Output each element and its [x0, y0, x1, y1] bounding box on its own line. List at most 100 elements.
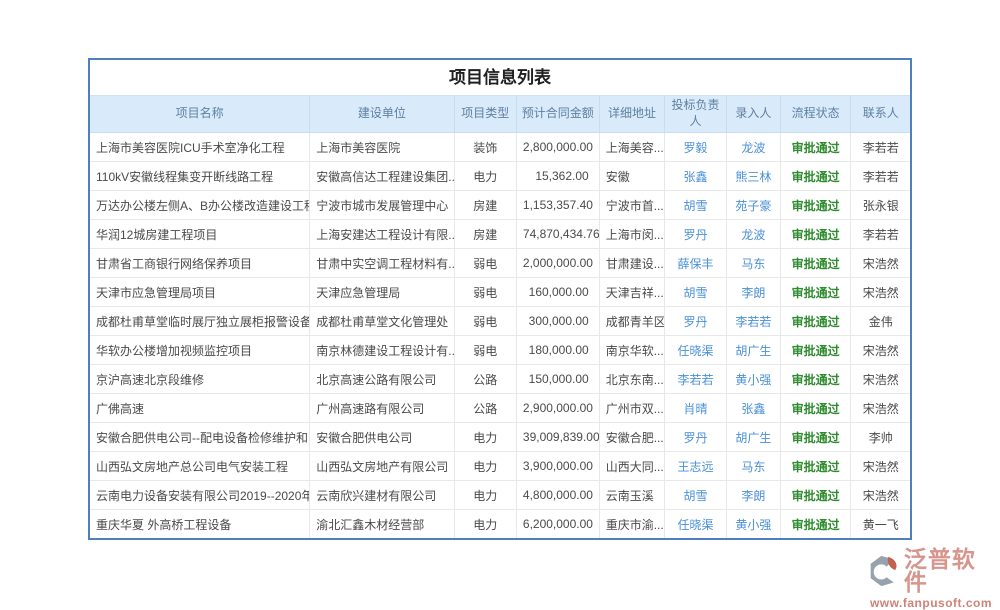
entry_person-cell[interactable]: 张鑫: [726, 394, 780, 423]
entry_person-cell[interactable]: 李朗: [726, 278, 780, 307]
address-cell: 成都青羊区: [599, 307, 665, 336]
address-cell: 北京东南...: [599, 365, 665, 394]
contact-cell: 宋浩然: [851, 452, 910, 481]
project-table: 项目名称建设单位项目类型预计合同金额详细地址投标负责人录入人流程状态联系人 上海…: [90, 95, 910, 538]
amount-cell: 3,900,000.00: [516, 452, 599, 481]
name-cell: 上海市美容医院ICU手术室净化工程: [90, 133, 310, 162]
name-cell: 甘肃省工商银行网络保养项目: [90, 249, 310, 278]
type-cell: 公路: [454, 394, 516, 423]
column-header-address: 详细地址: [599, 96, 665, 133]
project-info-panel: 项目信息列表 项目名称建设单位项目类型预计合同金额详细地址投标负责人录入人流程状…: [88, 58, 912, 540]
address-cell: 安徽合肥...: [599, 423, 665, 452]
address-cell: 甘肃建设...: [599, 249, 665, 278]
type-cell: 弱电: [454, 307, 516, 336]
status-cell[interactable]: 审批通过: [780, 162, 851, 191]
contact-cell: 李若若: [851, 220, 910, 249]
contact-cell: 宋浩然: [851, 278, 910, 307]
page-title: 项目信息列表: [90, 60, 910, 95]
entry_person-cell[interactable]: 黄小强: [726, 365, 780, 394]
name-cell: 成都杜甫草堂临时展厅独立展柜报警设备...: [90, 307, 310, 336]
entry_person-cell[interactable]: 龙波: [726, 220, 780, 249]
fanpu-logo-icon: [868, 554, 900, 588]
name-cell: 安徽合肥供电公司--配电设备检修维护和...: [90, 423, 310, 452]
status-cell[interactable]: 审批通过: [780, 133, 851, 162]
status-cell[interactable]: 审批通过: [780, 220, 851, 249]
status-cell[interactable]: 审批通过: [780, 249, 851, 278]
status-cell[interactable]: 审批通过: [780, 423, 851, 452]
contact-cell: 宋浩然: [851, 394, 910, 423]
contact-cell: 李若若: [851, 162, 910, 191]
address-cell: 上海市闵...: [599, 220, 665, 249]
table-row: 成都杜甫草堂临时展厅独立展柜报警设备...成都杜甫草堂文化管理处弱电300,00…: [90, 307, 910, 336]
bid_manager-cell[interactable]: 薛保丰: [665, 249, 727, 278]
unit-cell: 甘肃中实空调工程材料有...: [310, 249, 454, 278]
amount-cell: 160,000.00: [516, 278, 599, 307]
unit-cell: 上海安建达工程设计有限...: [310, 220, 454, 249]
name-cell: 山西弘文房地产总公司电气安装工程: [90, 452, 310, 481]
status-cell[interactable]: 审批通过: [780, 365, 851, 394]
entry_person-cell[interactable]: 黄小强: [726, 510, 780, 539]
entry_person-cell[interactable]: 胡广生: [726, 336, 780, 365]
amount-cell: 180,000.00: [516, 336, 599, 365]
type-cell: 电力: [454, 510, 516, 539]
bid_manager-cell[interactable]: 任晓渠: [665, 510, 727, 539]
status-cell[interactable]: 审批通过: [780, 278, 851, 307]
entry_person-cell[interactable]: 马东: [726, 249, 780, 278]
unit-cell: 安徽高信达工程建设集团...: [310, 162, 454, 191]
table-row: 万达办公楼左侧A、B办公楼改造建设工程宁波市城市发展管理中心房建1,153,35…: [90, 191, 910, 220]
table-row: 上海市美容医院ICU手术室净化工程上海市美容医院装饰2,800,000.00上海…: [90, 133, 910, 162]
status-cell[interactable]: 审批通过: [780, 394, 851, 423]
table-body: 上海市美容医院ICU手术室净化工程上海市美容医院装饰2,800,000.00上海…: [90, 133, 910, 539]
status-cell[interactable]: 审批通过: [780, 336, 851, 365]
address-cell: 上海美容...: [599, 133, 665, 162]
bid_manager-cell[interactable]: 肖晴: [665, 394, 727, 423]
type-cell: 电力: [454, 162, 516, 191]
contact-cell: 宋浩然: [851, 365, 910, 394]
bid_manager-cell[interactable]: 任晓渠: [665, 336, 727, 365]
name-cell: 京沪高速北京段维修: [90, 365, 310, 394]
status-cell[interactable]: 审批通过: [780, 481, 851, 510]
contact-cell: 张永银: [851, 191, 910, 220]
entry_person-cell[interactable]: 李若若: [726, 307, 780, 336]
bid_manager-cell[interactable]: 李若若: [665, 365, 727, 394]
entry_person-cell[interactable]: 龙波: [726, 133, 780, 162]
fanpu-logo: 泛普软件 www.fanpusoft.com: [868, 548, 994, 610]
bid_manager-cell[interactable]: 胡雪: [665, 278, 727, 307]
contact-cell: 宋浩然: [851, 336, 910, 365]
unit-cell: 南京林德建设工程设计有...: [310, 336, 454, 365]
status-cell[interactable]: 审批通过: [780, 510, 851, 539]
bid_manager-cell[interactable]: 罗丹: [665, 423, 727, 452]
amount-cell: 2,800,000.00: [516, 133, 599, 162]
bid_manager-cell[interactable]: 张鑫: [665, 162, 727, 191]
type-cell: 电力: [454, 452, 516, 481]
entry_person-cell[interactable]: 苑子豪: [726, 191, 780, 220]
name-cell: 华润12城房建工程项目: [90, 220, 310, 249]
entry_person-cell[interactable]: 胡广生: [726, 423, 780, 452]
address-cell: 天津吉祥...: [599, 278, 665, 307]
amount-cell: 2,000,000.00: [516, 249, 599, 278]
type-cell: 装饰: [454, 133, 516, 162]
unit-cell: 天津应急管理局: [310, 278, 454, 307]
bid_manager-cell[interactable]: 胡雪: [665, 191, 727, 220]
bid_manager-cell[interactable]: 罗丹: [665, 220, 727, 249]
type-cell: 弱电: [454, 336, 516, 365]
contact-cell: 宋浩然: [851, 249, 910, 278]
type-cell: 弱电: [454, 278, 516, 307]
status-cell[interactable]: 审批通过: [780, 452, 851, 481]
status-cell[interactable]: 审批通过: [780, 307, 851, 336]
type-cell: 房建: [454, 220, 516, 249]
address-cell: 宁波市首...: [599, 191, 665, 220]
entry_person-cell[interactable]: 马东: [726, 452, 780, 481]
bid_manager-cell[interactable]: 胡雪: [665, 481, 727, 510]
entry_person-cell[interactable]: 熊三林: [726, 162, 780, 191]
address-cell: 云南玉溪: [599, 481, 665, 510]
bid_manager-cell[interactable]: 王志远: [665, 452, 727, 481]
bid_manager-cell[interactable]: 罗毅: [665, 133, 727, 162]
status-cell[interactable]: 审批通过: [780, 191, 851, 220]
bid_manager-cell[interactable]: 罗丹: [665, 307, 727, 336]
address-cell: 南京华软...: [599, 336, 665, 365]
fanpu-logo-top: 泛普软件: [868, 548, 994, 594]
unit-cell: 成都杜甫草堂文化管理处: [310, 307, 454, 336]
entry_person-cell[interactable]: 李朗: [726, 481, 780, 510]
table-row: 京沪高速北京段维修北京高速公路有限公司公路150,000.00北京东南...李若…: [90, 365, 910, 394]
